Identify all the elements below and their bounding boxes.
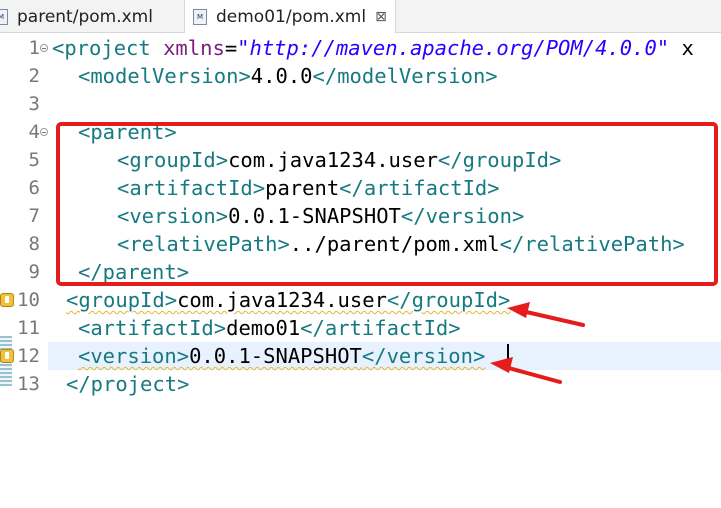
annotation-arrows (490, 302, 585, 384)
arrow-icon (490, 357, 562, 384)
arrow-icon (507, 302, 585, 327)
